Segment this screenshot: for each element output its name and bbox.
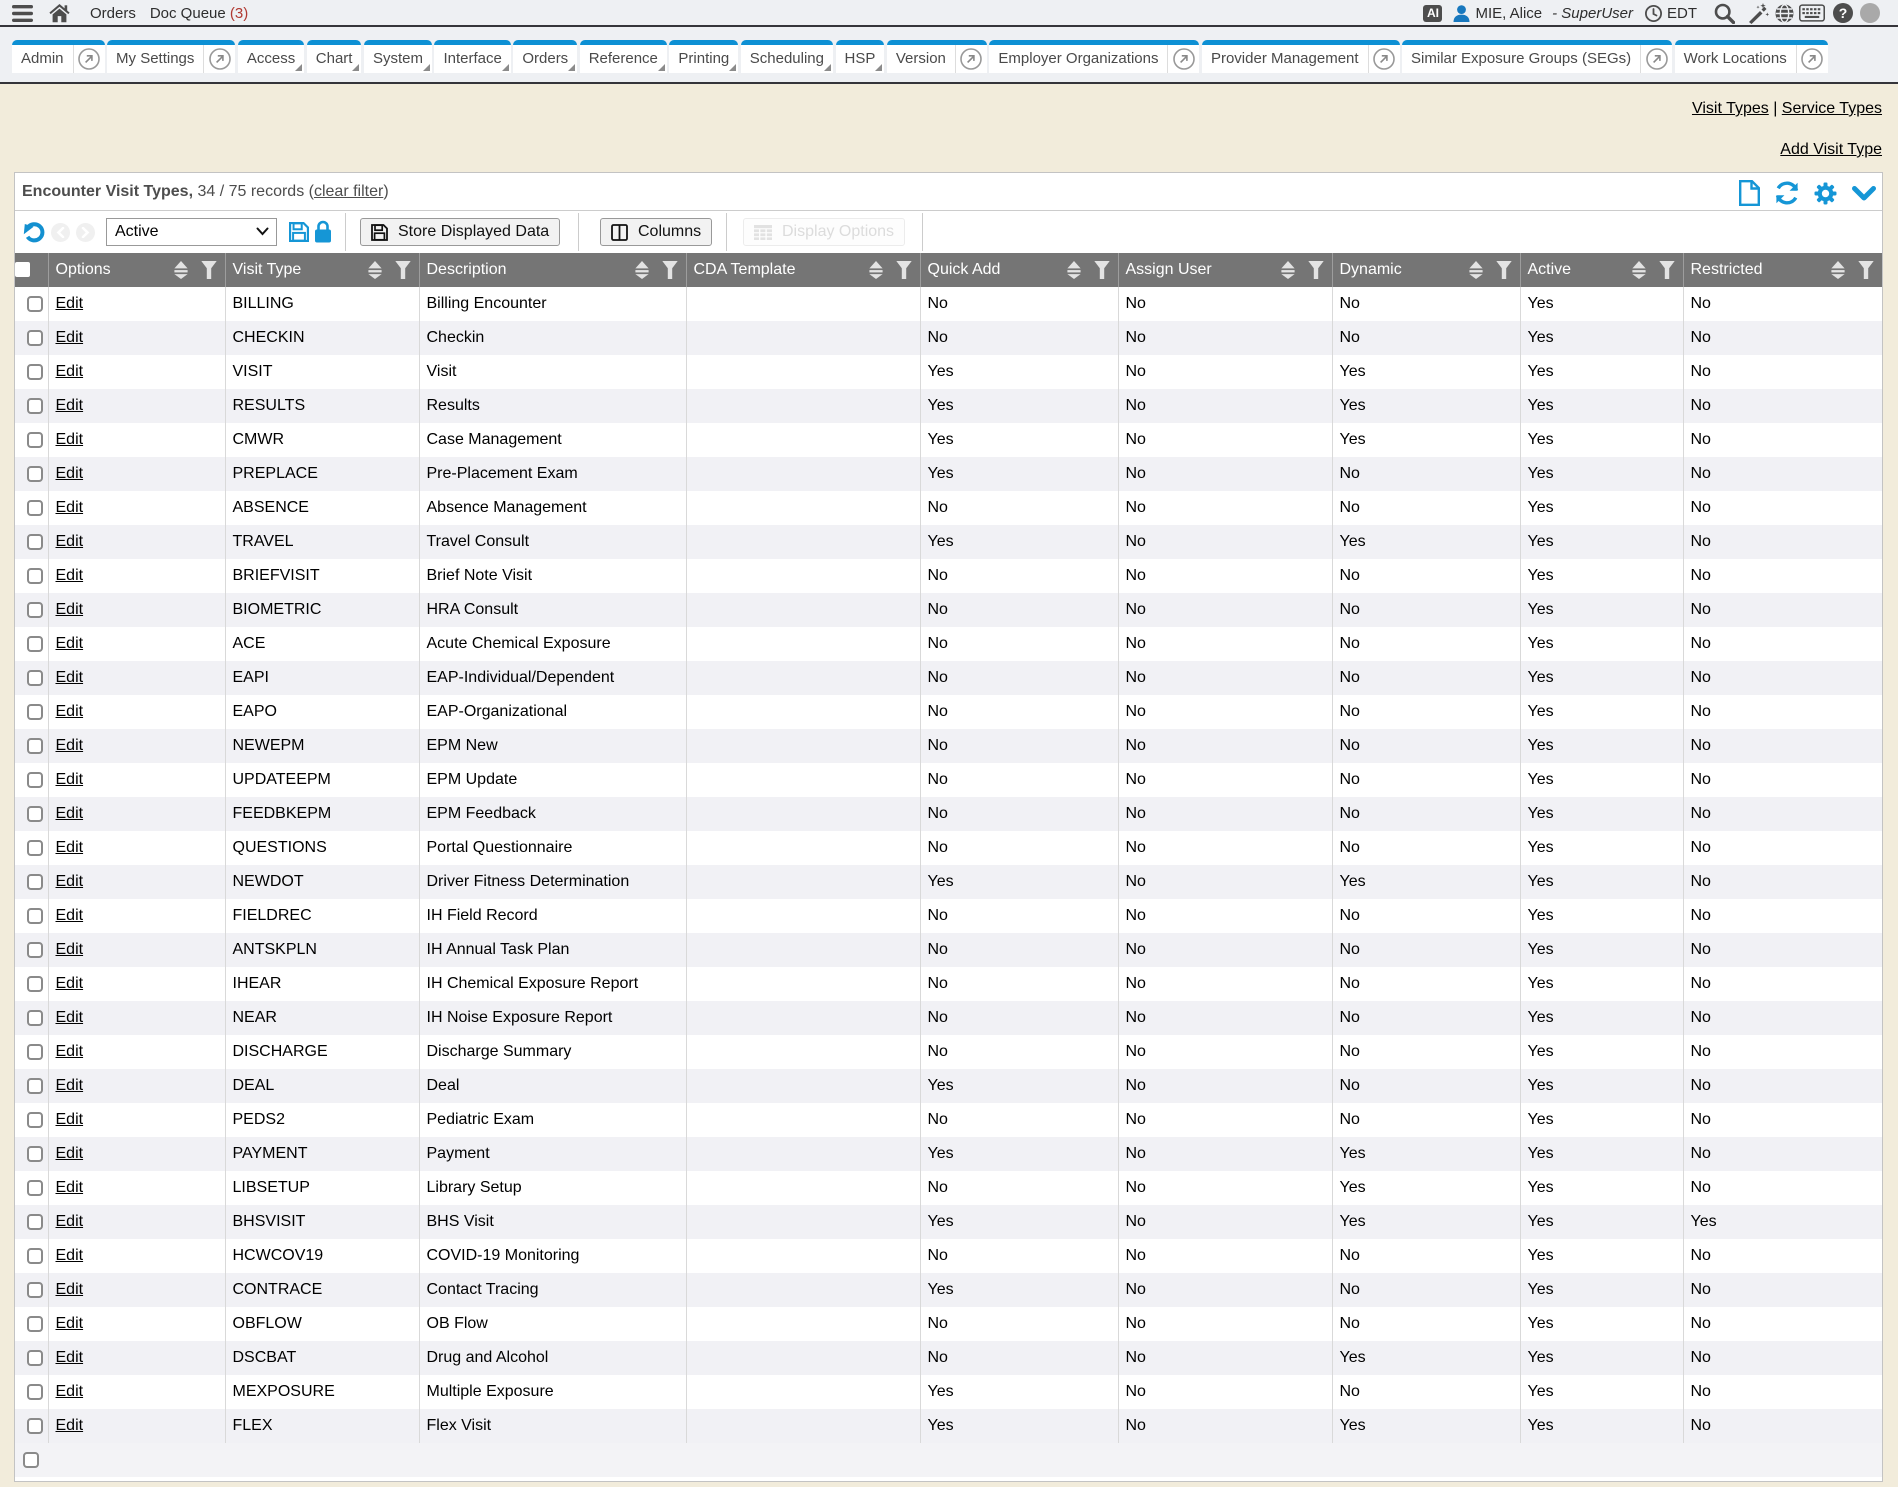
svg-text:?: ?: [1839, 5, 1848, 21]
